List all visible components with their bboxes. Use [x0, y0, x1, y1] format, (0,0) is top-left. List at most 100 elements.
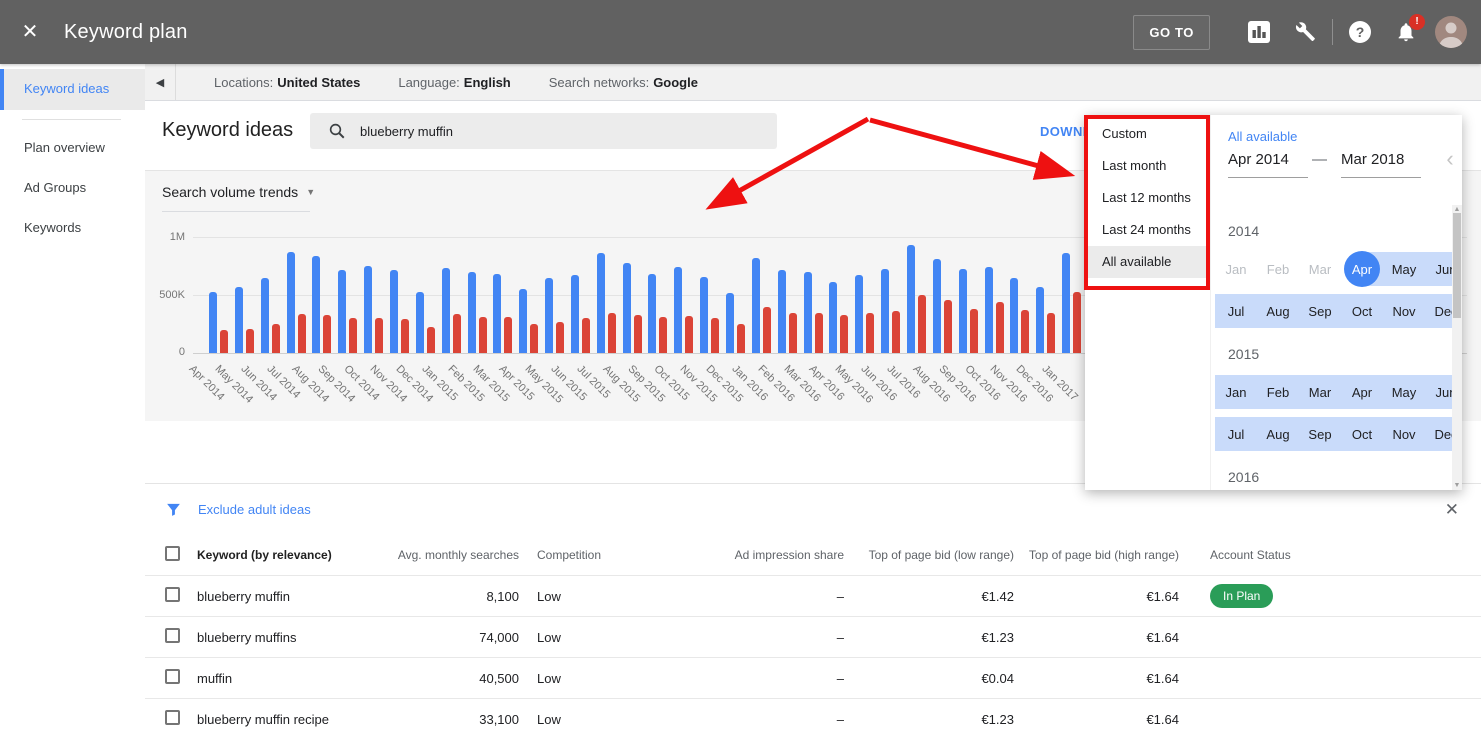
column-header[interactable]: Top of page bid (high range) [1022, 548, 1187, 562]
table-row[interactable]: blueberry muffin recipe33,100Low–€1.23€1… [145, 698, 1481, 739]
preset-option-custom[interactable]: Custom [1085, 118, 1210, 150]
svg-text:?: ? [1356, 24, 1365, 40]
sidebar-item-ad-groups[interactable]: Ad Groups [0, 168, 145, 208]
table-row[interactable]: muffin40,500Low–€0.04€1.64 [145, 657, 1481, 698]
chart-bar [375, 318, 383, 353]
locations-filter[interactable]: Locations:United States [214, 75, 360, 90]
table-row[interactable]: blueberry muffins74,000Low–€1.23€1.64 [145, 616, 1481, 657]
calendar-month-jun[interactable]: Jun [1425, 252, 1452, 286]
calendar-month-mar[interactable]: Mar [1299, 375, 1341, 409]
notification-badge: ! [1409, 14, 1425, 30]
calendar-month-sep[interactable]: Sep [1299, 417, 1341, 451]
chart-bar [970, 309, 978, 353]
column-header[interactable]: Avg. monthly searches [387, 548, 527, 562]
calendar-month-may[interactable]: May [1383, 252, 1425, 286]
calendar-month-feb[interactable]: Feb [1257, 375, 1299, 409]
locations-label: Locations: [214, 75, 273, 90]
calendar-year-label: 2015 [1228, 346, 1452, 362]
app-bar: ✕ Keyword plan GO TO ? [0, 0, 1481, 64]
calendar-month-nov[interactable]: Nov [1383, 417, 1425, 451]
notifications-button[interactable]: ! [1383, 12, 1429, 52]
column-header[interactable]: Keyword (by relevance) [197, 548, 387, 562]
chart-bar [530, 324, 538, 353]
chart-bar [312, 256, 320, 353]
chevron-left-icon[interactable]: ‹ [1435, 149, 1462, 169]
column-header[interactable]: Competition [527, 548, 657, 562]
close-icon[interactable]: ✕ [18, 20, 42, 44]
calendar-month-mar[interactable]: Mar [1299, 252, 1341, 286]
chart-bar [479, 317, 487, 353]
calendar-month-jun[interactable]: Jun [1425, 375, 1452, 409]
go-to-button[interactable]: GO TO [1133, 15, 1210, 50]
chart-bar [349, 318, 357, 353]
date-range-separator: — [1312, 151, 1327, 168]
all-available-link[interactable]: All available [1228, 129, 1297, 144]
calendar-month-jan[interactable]: Jan [1215, 252, 1257, 286]
row-checkbox[interactable] [165, 628, 180, 643]
chart-bar [597, 253, 605, 353]
calendar-month-nov[interactable]: Nov [1383, 294, 1425, 328]
table-row[interactable]: blueberry muffin8,100Low–€1.42€1.64In Pl… [145, 575, 1481, 616]
collapse-panel-button[interactable]: ◀ [145, 64, 176, 100]
calendar-month-sep[interactable]: Sep [1299, 294, 1341, 328]
chart-bar [1036, 287, 1044, 353]
chart-bar [674, 267, 682, 353]
calendar-month-apr[interactable]: Apr [1341, 252, 1383, 286]
calendar-month-feb[interactable]: Feb [1257, 252, 1299, 286]
avatar[interactable] [1435, 16, 1467, 48]
calendar-month-dec[interactable]: Dec [1425, 294, 1452, 328]
row-checkbox-cell [145, 628, 197, 646]
sidebar-item-plan-overview[interactable]: Plan overview [0, 128, 145, 168]
tools-wrench-icon[interactable] [1282, 12, 1328, 52]
preset-option-last-12-months[interactable]: Last 12 months [1085, 182, 1210, 214]
keyword-search-input[interactable]: blueberry muffin [310, 113, 777, 149]
preset-option-all-available[interactable]: All available [1085, 246, 1210, 278]
calendar-scrollbar[interactable]: ▲ ▼ [1452, 205, 1462, 490]
networks-filter[interactable]: Search networks:Google [549, 75, 698, 90]
calendar-month-apr[interactable]: Apr [1341, 375, 1383, 409]
help-button[interactable]: ? [1337, 12, 1383, 52]
column-header[interactable]: Account Status [1187, 548, 1481, 562]
preset-option-last-month[interactable]: Last month [1085, 150, 1210, 182]
chart-bar [634, 315, 642, 353]
exclude-adult-ideas-link[interactable]: Exclude adult ideas [198, 502, 311, 517]
chart-bar [545, 278, 553, 353]
calendar-month-jan[interactable]: Jan [1215, 375, 1257, 409]
calendar-month-dec[interactable]: Dec [1425, 417, 1452, 451]
chart-bar [726, 293, 734, 353]
calendar-month-may[interactable]: May [1383, 375, 1425, 409]
close-filter-icon[interactable]: ✕ [1445, 500, 1459, 520]
calendar-month-aug[interactable]: Aug [1257, 417, 1299, 451]
row-checkbox[interactable] [165, 587, 180, 602]
sidebar-item-keywords[interactable]: Keywords [0, 208, 145, 248]
search-query-text: blueberry muffin [360, 124, 453, 139]
start-date-input[interactable]: Apr 2014 [1228, 151, 1308, 178]
keyword-ideas-table: Keyword (by relevance)Avg. monthly searc… [145, 535, 1481, 739]
calendar-month-oct[interactable]: Oct [1341, 417, 1383, 451]
preset-option-last-24-months[interactable]: Last 24 months [1085, 214, 1210, 246]
chart-bar [519, 289, 527, 353]
chart-bar [959, 269, 967, 353]
language-label: Language: [398, 75, 459, 90]
networks-value: Google [653, 75, 698, 90]
column-header[interactable]: Top of page bid (low range) [852, 548, 1022, 562]
chart-bar [1010, 278, 1018, 353]
columns-chart-icon [1247, 20, 1271, 44]
y-tick-1m: 1M [145, 231, 185, 243]
column-header[interactable]: Ad impression share [657, 548, 852, 562]
chart-bar [235, 287, 243, 353]
chart-bar [504, 317, 512, 353]
sidebar-item-keyword-ideas[interactable]: Keyword ideas [0, 69, 145, 110]
scrollbar-thumb[interactable] [1453, 213, 1461, 318]
end-date-input[interactable]: Mar 2018 [1341, 151, 1421, 178]
calendar-month-jul[interactable]: Jul [1215, 294, 1257, 328]
select-all-checkbox[interactable] [165, 546, 180, 561]
row-checkbox[interactable] [165, 669, 180, 684]
calendar-year-label: 2014 [1228, 223, 1452, 239]
calendar-month-jul[interactable]: Jul [1215, 417, 1257, 451]
language-filter[interactable]: Language:English [398, 75, 510, 90]
calendar-month-aug[interactable]: Aug [1257, 294, 1299, 328]
reports-columns-icon[interactable] [1236, 12, 1282, 52]
row-checkbox[interactable] [165, 710, 180, 725]
calendar-month-oct[interactable]: Oct [1341, 294, 1383, 328]
